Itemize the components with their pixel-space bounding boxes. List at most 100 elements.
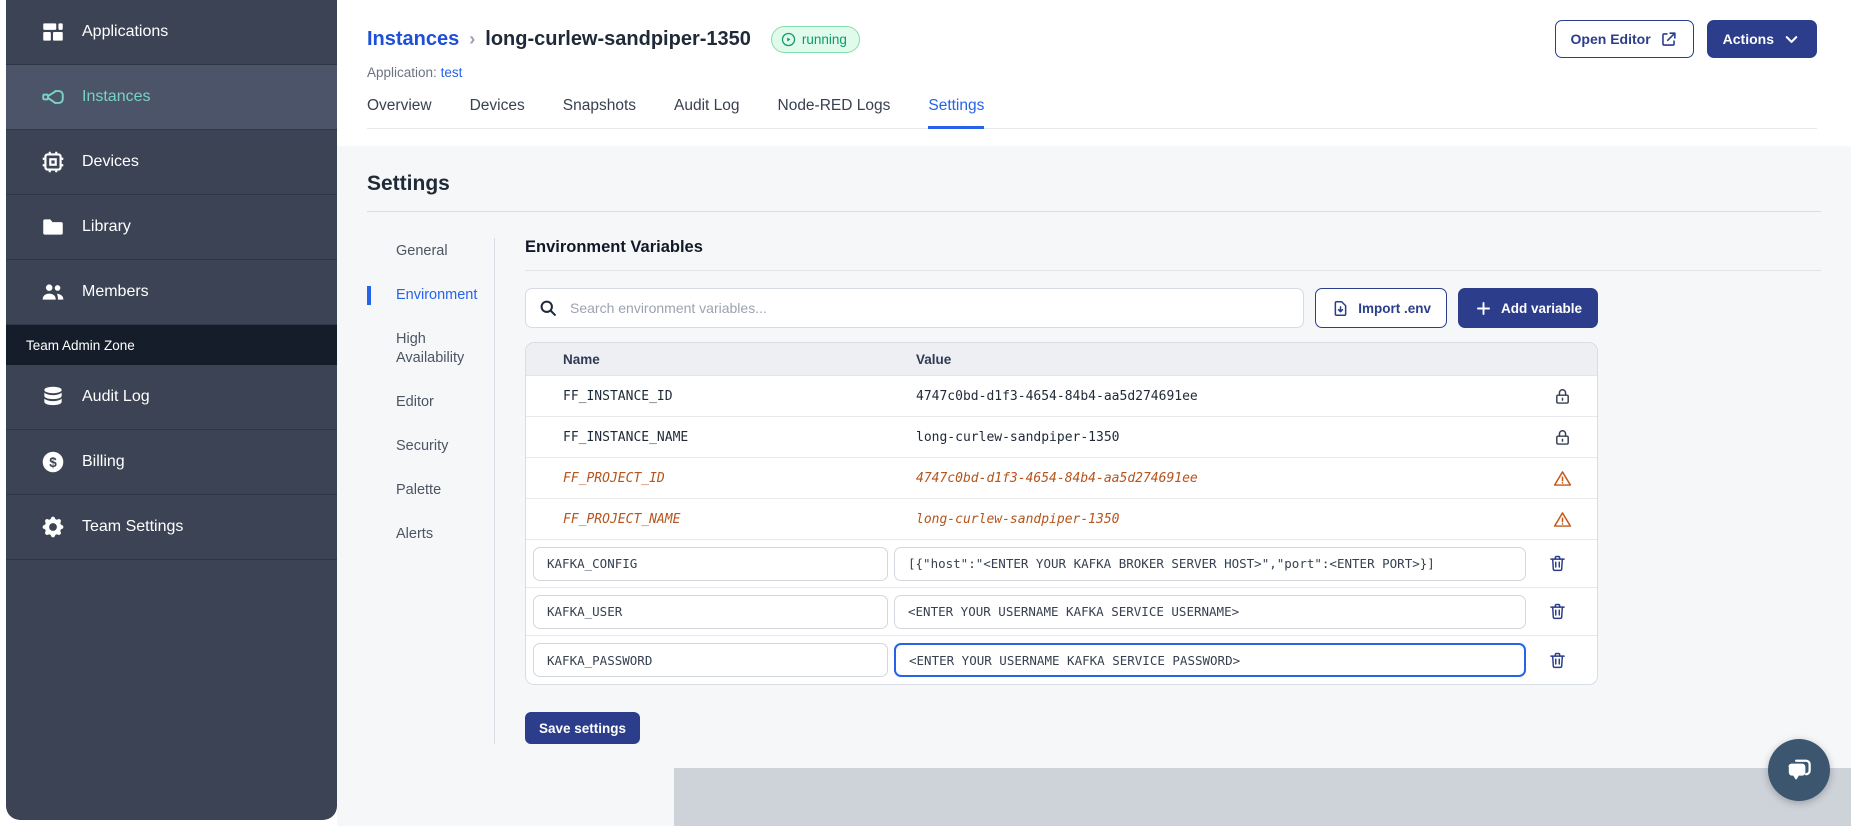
title-divider [367, 211, 1821, 212]
sidebar-item-label: Applications [82, 23, 169, 40]
settings-nav-alerts[interactable]: Alerts [367, 525, 494, 544]
settings-nav-high-availability[interactable]: High Availability [367, 330, 494, 368]
sidebar-nav-main: Applications Instances Devices Library Membe… [6, 0, 337, 325]
settings-content: Settings General Environment High Availabi… [337, 146, 1851, 826]
billing-icon: $ [40, 449, 66, 475]
breadcrumb-instances-link[interactable]: Instances [367, 28, 459, 51]
env-name: FF_PROJECT_NAME [563, 512, 681, 527]
sidebar-nav-admin: Audit Log $ Billing Team Settings [6, 365, 337, 560]
env-row-kafka-password [526, 636, 1597, 684]
import-file-icon [1331, 299, 1350, 318]
warning-icon [1552, 509, 1573, 530]
open-editor-label: Open Editor [1570, 31, 1651, 47]
instance-tabs: Overview Devices Snapshots Audit Log Node-RE… [367, 97, 1817, 129]
environment-panel: Environment Variables Import .env [525, 238, 1821, 744]
audit-icon [40, 384, 66, 410]
warning-icon [1552, 468, 1573, 489]
page-title: Settings [367, 172, 450, 195]
actions-button[interactable]: Actions [1706, 20, 1817, 58]
env-name-input[interactable] [533, 643, 888, 677]
column-header-name: Name [563, 351, 600, 367]
sidebar-item-label: Members [82, 283, 149, 300]
env-row-ff-project-id: FF_PROJECT_ID 4747c0bd-d1f3-4654-84b4-aa5… [526, 458, 1597, 499]
bottom-band [674, 768, 1851, 826]
column-header-value: Value [916, 351, 952, 367]
instances-icon [40, 84, 66, 110]
tab-audit-log[interactable]: Audit Log [674, 97, 740, 129]
add-variable-label: Add variable [1500, 300, 1582, 316]
status-badge: running [770, 25, 860, 53]
sidebar-item-team-settings[interactable]: Team Settings [6, 495, 337, 560]
lock-icon [1552, 427, 1573, 448]
environment-title: Environment Variables [525, 238, 1821, 271]
tab-snapshots[interactable]: Snapshots [563, 97, 636, 129]
instance-header: Instances › long-curlew-sandpiper-1350 r… [337, 0, 1851, 146]
chat-widget-button[interactable] [1768, 739, 1830, 801]
env-value: long-curlew-sandpiper-1350 [916, 512, 1120, 527]
tab-settings[interactable]: Settings [928, 97, 985, 129]
search-input[interactable] [525, 288, 1305, 328]
application-link[interactable]: test [441, 65, 463, 80]
instance-name: long-curlew-sandpiper-1350 [485, 27, 751, 50]
env-name-input[interactable] [533, 546, 888, 581]
settings-nav-palette[interactable]: Palette [367, 481, 494, 500]
env-row-ff-instance-id: FF_INSTANCE_ID 4747c0bd-d1f3-4654-84b4-aa… [526, 376, 1597, 417]
sidebar-item-label: Team Settings [82, 518, 184, 535]
breadcrumb-separator: › [469, 28, 476, 49]
application-line: Application: test [367, 65, 1817, 80]
search-icon [538, 298, 558, 318]
applications-icon [40, 19, 66, 45]
tab-overview[interactable]: Overview [367, 97, 432, 129]
sidebar-item-label: Instances [82, 88, 151, 105]
settings-nav-editor[interactable]: Editor [367, 393, 494, 412]
env-name: FF_INSTANCE_ID [563, 389, 673, 404]
trash-icon[interactable] [1547, 650, 1568, 671]
sidebar-item-billing[interactable]: $ Billing [6, 430, 337, 495]
import-env-button[interactable]: Import .env [1315, 288, 1447, 328]
env-value-input[interactable] [894, 643, 1526, 677]
members-icon [40, 279, 66, 305]
header-actions: Open Editor Actions [1554, 20, 1817, 58]
breadcrumb: Instances › long-curlew-sandpiper-1350 r… [367, 20, 1817, 58]
trash-icon[interactable] [1547, 601, 1568, 622]
sidebar-item-label: Billing [82, 453, 125, 470]
save-settings-button[interactable]: Save settings [525, 712, 641, 744]
settings-nav: General Environment High Availability Edito… [367, 238, 495, 744]
sidebar-item-instances[interactable]: Instances [6, 65, 337, 130]
svg-text:$: $ [49, 455, 57, 470]
save-settings-label: Save settings [539, 720, 627, 736]
chevron-down-icon [1782, 30, 1801, 49]
env-row-kafka-user [526, 588, 1597, 636]
external-link-icon [1659, 30, 1678, 49]
add-variable-button[interactable]: Add variable [1457, 288, 1598, 328]
env-name: FF_PROJECT_ID [563, 471, 665, 486]
settings-nav-general[interactable]: General [367, 242, 494, 261]
env-name-input[interactable] [533, 594, 888, 629]
library-icon [40, 214, 66, 240]
trash-icon[interactable] [1547, 553, 1568, 574]
application-label: Application: [367, 65, 437, 80]
tab-node-red-logs[interactable]: Node-RED Logs [778, 97, 891, 129]
lock-icon [1552, 386, 1573, 407]
settings-nav-security[interactable]: Security [367, 437, 494, 456]
plus-icon [1474, 299, 1493, 318]
devices-icon [40, 149, 66, 175]
env-value-input[interactable] [894, 546, 1526, 581]
import-env-label: Import .env [1358, 300, 1431, 316]
sidebar-item-applications[interactable]: Applications [6, 0, 337, 65]
sidebar-item-audit-log[interactable]: Audit Log [6, 365, 337, 430]
env-value-input[interactable] [894, 594, 1526, 629]
env-value: 4747c0bd-d1f3-4654-84b4-aa5d274691ee [916, 471, 1198, 486]
settings-nav-environment[interactable]: Environment [367, 286, 494, 305]
env-table-body: FF_INSTANCE_ID 4747c0bd-d1f3-4654-84b4-aa… [526, 376, 1597, 684]
open-editor-button[interactable]: Open Editor [1554, 20, 1694, 58]
env-row-kafka-config [526, 540, 1597, 588]
chat-bubbles-icon [1782, 753, 1816, 787]
sidebar-item-devices[interactable]: Devices [6, 130, 337, 195]
env-value: long-curlew-sandpiper-1350 [916, 430, 1120, 445]
sidebar-item-library[interactable]: Library [6, 195, 337, 260]
sidebar-item-members[interactable]: Members [6, 260, 337, 325]
tab-devices[interactable]: Devices [470, 97, 525, 129]
actions-label: Actions [1722, 31, 1774, 47]
status-badge-label: running [801, 31, 847, 47]
